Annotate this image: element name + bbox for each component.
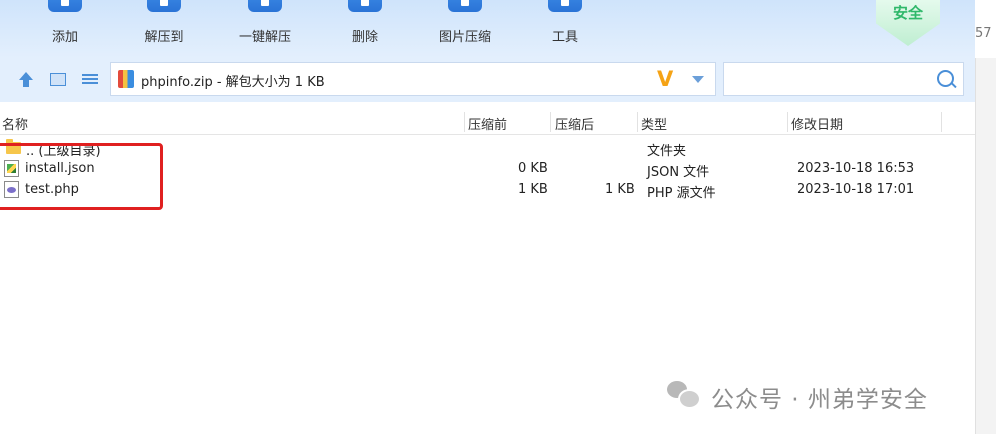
col-divider[interactable] <box>787 112 788 132</box>
one-click-extract-button[interactable]: 一键解压 <box>225 0 305 58</box>
watermark-text: 公众号 · 州弟学安全 <box>711 387 928 413</box>
column-header: 名称 压缩前 压缩后 类型 修改日期 <box>0 110 975 135</box>
highlight-box <box>0 143 163 210</box>
safe-badge[interactable]: 安全 <box>876 0 940 46</box>
image-compress-button[interactable]: 图片压缩 <box>425 0 505 58</box>
extract-to-icon <box>147 0 181 12</box>
add-icon <box>48 0 82 12</box>
up-arrow-icon[interactable] <box>16 70 36 90</box>
search-icon[interactable] <box>937 70 954 87</box>
file-size-before: 0 KB <box>518 161 548 176</box>
delete-button[interactable]: 删除 <box>325 0 405 58</box>
vertical-scrollbar[interactable] <box>975 58 996 434</box>
address-path: phpinfo.zip - 解包大小为 1 KB <box>141 75 325 90</box>
wechat-icon <box>667 381 701 409</box>
safe-badge-label: 安全 <box>892 4 923 22</box>
address-bar[interactable]: phpinfo.zip - 解包大小为 1 KB V <box>110 62 716 96</box>
col-size-after[interactable]: 压缩后 <box>555 114 594 133</box>
add-button[interactable]: 添加 <box>25 0 105 58</box>
extract-to-button[interactable]: 解压到 <box>124 0 204 58</box>
delete-label: 删除 <box>351 30 378 45</box>
add-label: 添加 <box>51 30 78 45</box>
file-modified: 2023-10-18 16:53 <box>797 161 915 176</box>
file-size-after: 1 KB <box>605 182 635 197</box>
col-divider[interactable] <box>464 112 465 132</box>
col-divider[interactable] <box>637 112 638 132</box>
image-compress-icon <box>448 0 482 12</box>
col-type[interactable]: 类型 <box>641 114 667 133</box>
image-compress-label: 图片压缩 <box>438 30 491 45</box>
col-divider[interactable] <box>550 112 551 132</box>
chevron-down-icon[interactable] <box>692 76 704 83</box>
zip-archive-icon <box>118 70 134 88</box>
delete-icon <box>348 0 382 12</box>
list-view-icon[interactable] <box>80 70 100 90</box>
tools-button[interactable]: 工具 <box>525 0 605 58</box>
search-input[interactable] <box>723 62 964 96</box>
col-name[interactable]: 名称 <box>2 114 28 133</box>
col-size-before[interactable]: 压缩前 <box>468 114 507 133</box>
tools-icon <box>548 0 582 12</box>
toolbar: 添加 解压到 一键解压 删除 图片压缩 工具 安全 <box>0 0 975 58</box>
file-type: 文件夹 <box>647 144 687 159</box>
thumbnail-view-icon[interactable] <box>48 70 68 90</box>
one-click-extract-label: 一键解压 <box>238 30 291 45</box>
file-type: JSON 文件 <box>647 165 710 180</box>
file-type: PHP 源文件 <box>647 186 716 201</box>
address-row: phpinfo.zip - 解包大小为 1 KB V <box>0 58 975 102</box>
v-logo-icon[interactable]: V <box>657 67 673 91</box>
extract-to-label: 解压到 <box>144 30 184 45</box>
tools-label: 工具 <box>551 30 578 45</box>
file-modified: 2023-10-18 17:01 <box>797 182 915 197</box>
one-click-extract-icon <box>248 0 282 12</box>
edge-number: 57 <box>975 26 992 41</box>
file-size-before: 1 KB <box>518 182 548 197</box>
col-modified[interactable]: 修改日期 <box>791 114 843 133</box>
col-divider[interactable] <box>941 112 942 132</box>
